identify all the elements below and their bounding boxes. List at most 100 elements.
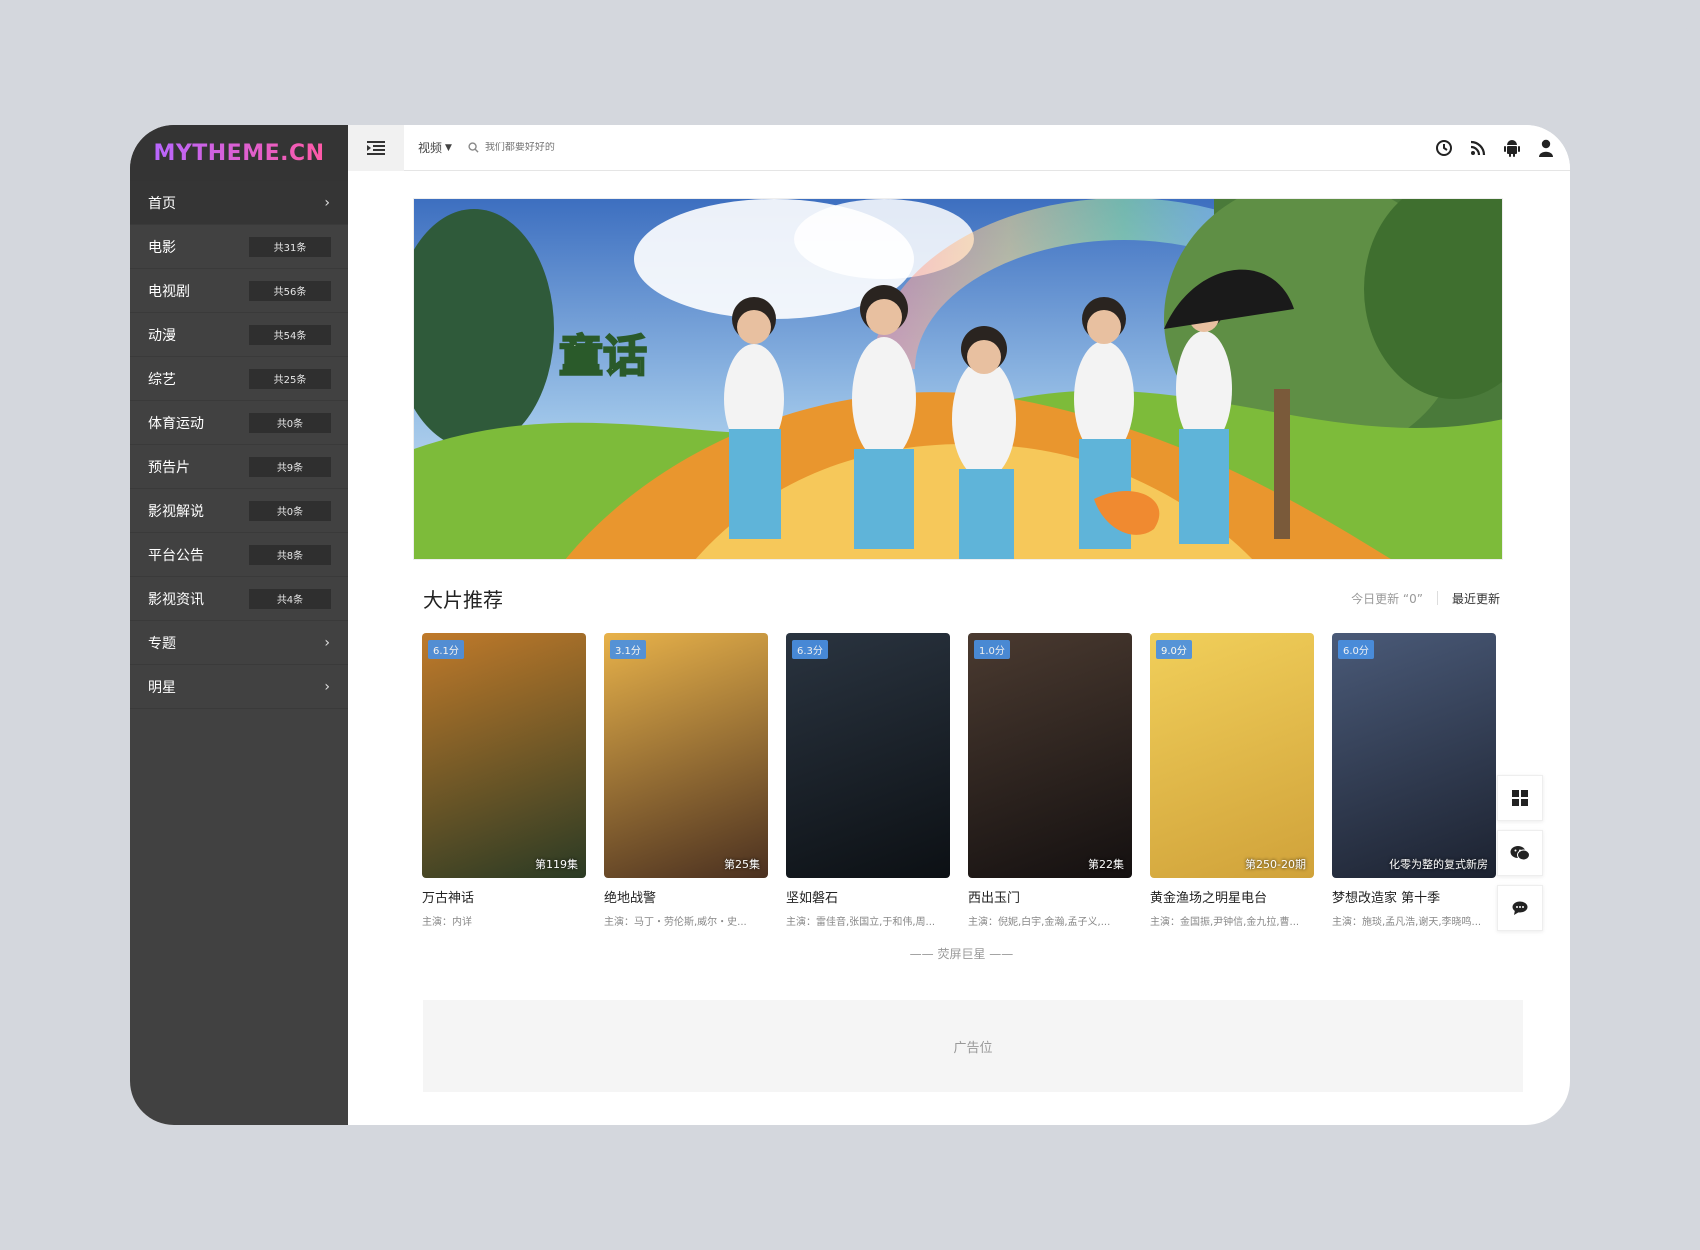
sidebar-item-label: 体育运动 [148,415,204,432]
sidebar-count-badge: 共56条 [249,280,331,301]
sidebar-item-label: 专题 [148,635,176,652]
sidebar-item[interactable]: 体育运动 共0条 [130,401,348,445]
section-title: 大片推荐 [423,587,503,612]
sidebar-item-label: 综艺 [148,371,176,388]
windows-button[interactable] [1497,775,1543,821]
app-window: MYTHEME.CN 首页 › 电影 共31条电视剧 共56条 动漫 共54条综艺 共25条体… [130,125,1570,1125]
rating-badge: 3.1分 [610,640,646,659]
movie-title[interactable]: 绝地战警 [604,887,768,906]
search-type-label: 视频 [418,141,443,155]
android-icon[interactable] [1502,138,1522,158]
sidebar-count-badge: 共0条 [249,500,331,521]
search-icon[interactable] [468,142,479,153]
ad-slot[interactable]: 广告位 [423,1000,1523,1092]
sidebar-item-label: 首页 [148,195,176,212]
movie-title[interactable]: 万古神话 [422,887,586,906]
sidebar-item-label: 平台公告 [148,547,204,564]
sidebar-item[interactable]: 明星 › [130,665,348,709]
rss-icon[interactable] [1468,138,1488,158]
sidebar-count-badge: 共0条 [249,412,331,433]
movie-actors: 主演：施琰,孟凡浩,谢天,李晓鸣... [1332,917,1482,928]
sidebar-item[interactable]: 首页 › [130,181,348,225]
movie-poster[interactable]: 9.0分 第250-20期 [1150,633,1314,878]
chevron-right-icon: › [324,678,330,695]
movie-poster[interactable]: 6.3分 [786,633,950,878]
episode-label: 第25集 [724,858,760,871]
user-icon[interactable] [1536,138,1556,158]
sidebar-item[interactable]: 综艺 共25条 [130,357,348,401]
sidebar-count-badge: 共25条 [249,368,331,389]
sidebar-item-label: 影视资讯 [148,591,204,608]
sidebar-item[interactable]: 影视解说 共0条 [130,489,348,533]
caret-down-icon: ▼ [445,142,452,153]
episode-label: 第119集 [535,858,578,871]
sidebar-item[interactable]: 专题 › [130,621,348,665]
movie-poster[interactable]: 1.0分第22集 [968,633,1132,878]
movie-poster[interactable]: 3.1分第25集 [604,633,768,878]
sidebar-item-label: 动漫 [148,327,176,344]
movie-poster[interactable]: 6.0分化零为整的复式新房 [1332,633,1496,878]
movie-title[interactable]: 西出玉门 [968,887,1132,906]
topbar: 视频 ▼ [348,125,1570,171]
movie-card[interactable]: 3.1分第25集绝地战警主演：马丁・劳伦斯,威尔・史... [604,633,768,928]
topbar-icons [1434,125,1556,171]
movie-poster[interactable]: 6.1分第119集 [422,633,586,878]
sidebar-item[interactable]: 影视资讯 共4条 [130,577,348,621]
rating-badge: 6.1分 [428,640,464,659]
section-links: 今日更新 “0” 最近更新 [1351,590,1500,607]
movie-card[interactable]: 6.0分化零为整的复式新房梦想改造家 第十季主演：施琰,孟凡浩,谢天,李晓鸣..… [1332,633,1496,928]
rating-badge: 1.0分 [974,640,1010,659]
subsection-title: —— 荧屏巨星 —— [909,947,1014,961]
movie-title[interactable]: 黄金渔场之明星电台 [1150,887,1314,906]
sidebar-item-label: 明星 [148,679,176,696]
banner-title-text: 童话 [559,331,647,382]
section-header: 大片推荐 今日更新 “0” 最近更新 [423,583,1500,613]
rating-badge: 6.0分 [1338,640,1374,659]
menu-toggle-button[interactable] [348,125,404,171]
movie-actors: 主演：马丁・劳伦斯,威尔・史... [604,917,747,928]
movie-title[interactable]: 梦想改造家 第十季 [1332,887,1496,906]
sidebar-item[interactable]: 平台公告 共8条 [130,533,348,577]
divider [1436,591,1438,605]
sidebar-count-badge: 共4条 [249,588,331,609]
search-type-dropdown[interactable]: 视频 ▼ [418,139,452,156]
movie-title[interactable]: 坚如磐石 [786,887,950,906]
sidebar-item-label: 电影 [148,239,176,256]
movie-card-list: 6.1分 第119集 万古神话 主演：内详 3.1分 第25集 绝地战警 主演：马丁・劳伦斯,… [422,633,1507,928]
movie-actors: 主演：倪妮,白宇,金瀚,孟子义,... [968,917,1111,928]
episode-label: 化零为整的复式新房 [1389,858,1488,871]
movie-actors: 主演：内详 [422,917,472,928]
sidebar-item-label: 预告片 [148,459,190,476]
movie-card[interactable]: 9.0分 第250-20期黄金渔场之明星电台主演：金国振,尹钟信,金九拉,曹... [1150,633,1314,928]
today-update-link[interactable]: 今日更新 “0” [1351,590,1423,607]
sidebar-item[interactable]: 预告片 共9条 [130,445,348,489]
movie-actors: 主演：金国振,尹钟信,金九拉,曹... [1150,917,1300,928]
movie-card[interactable]: 6.1分第119集万古神话主演：内详 [422,633,586,928]
search-box [468,142,685,153]
sidebar-item[interactable]: 动漫 共54条 [130,313,348,357]
sidebar-item[interactable]: 电视剧 共56条 [130,269,348,313]
windows-icon [1512,790,1528,806]
hero-banner[interactable]: 童话 [413,198,1503,560]
sidebar-nav: 首页 › 电影 共31条 电视剧 共56条 动漫 共54条 综艺 共25条 体育运动 共0条 预告片 共9… [130,181,348,709]
chevron-right-icon: › [324,634,330,651]
banner-image: 童话 [414,199,1502,559]
wechat-icon [1510,846,1530,861]
site-logo-text: MYTHEME.CN [153,140,325,166]
site-logo[interactable]: MYTHEME.CN [130,125,348,181]
rating-badge: 9.0分 [1156,640,1192,659]
wechat-button[interactable] [1497,830,1543,876]
chevron-right-icon: › [324,194,330,211]
sidebar-count-badge: 共31条 [249,236,331,257]
comment-icon [1512,901,1528,915]
movie-card[interactable]: 1.0分第22集西出玉门主演：倪妮,白宇,金瀚,孟子义,... [968,633,1132,928]
recent-update-link[interactable]: 最近更新 [1452,590,1500,607]
episode-label: 第22集 [1088,858,1124,871]
comment-button[interactable] [1497,885,1543,931]
sidebar: MYTHEME.CN 首页 › 电影 共31条电视剧 共56条 动漫 共54条综艺 共25条体… [130,125,348,1125]
history-icon[interactable] [1434,138,1454,158]
movie-card[interactable]: 6.3分 坚如磐石 主演：雷佳音,张国立,于和伟,周... [786,633,950,928]
rating-badge: 6.3分 [792,640,828,659]
sidebar-item[interactable]: 电影 共31条 [130,225,348,269]
search-input[interactable] [484,142,685,153]
